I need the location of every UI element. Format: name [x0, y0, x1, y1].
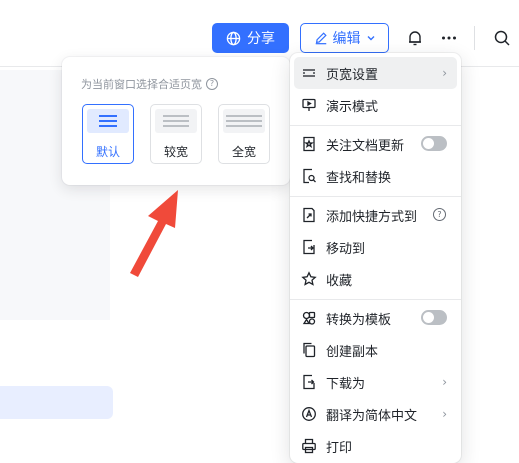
menu-item-label: 翻译为简体中文: [326, 408, 418, 424]
globe-icon: [226, 31, 241, 46]
menu-item-favorite[interactable]: 收藏: [294, 263, 457, 295]
menu-item-label: 移动到: [326, 241, 366, 257]
convert-template-toggle[interactable]: [421, 310, 447, 325]
share-button[interactable]: 分享: [212, 23, 289, 53]
menu-item-create-copy[interactable]: 创建副本: [294, 334, 457, 366]
menu-item-label: 转换为模板: [326, 312, 392, 328]
more-menu: 页宽设置 › 演示模式 关注文档更新 查找和替换 添加快捷方式到 ? 移动到 收…: [290, 53, 461, 463]
popover-title-text: 为当前窗口选择合适页宽: [81, 78, 202, 91]
option-label: 全宽: [231, 145, 256, 159]
page-width-full-preview: [223, 109, 265, 133]
template-icon: [300, 309, 318, 327]
menu-item-label: 查找和替换: [326, 170, 392, 186]
menu-item-print[interactable]: 打印: [294, 430, 457, 462]
move-icon: [300, 238, 318, 256]
copy-icon: [300, 341, 318, 359]
search-icon[interactable]: [491, 27, 513, 49]
find-replace-icon: [300, 167, 318, 185]
menu-item-label: 演示模式: [326, 99, 379, 115]
option-label: 默认: [95, 145, 120, 159]
menu-divider: [290, 125, 461, 126]
page-width-popover: 为当前窗口选择合适页宽 ? 默认 较宽 全宽: [62, 57, 290, 185]
chevron-down-icon: [366, 33, 376, 43]
menu-item-find-replace[interactable]: 查找和替换: [294, 160, 457, 192]
menu-item-label: 添加快捷方式到: [326, 209, 418, 225]
page-width-option-default[interactable]: 默认: [82, 104, 134, 164]
download-icon: [300, 373, 318, 391]
page-width-wide-preview: [155, 109, 197, 133]
menu-item-label: 关注文档更新: [326, 138, 405, 154]
menu-item-label: 收藏: [326, 273, 353, 289]
menu-item-label: 创建副本: [326, 344, 379, 360]
shortcut-icon: [300, 206, 318, 224]
annotation-arrow: [120, 185, 190, 280]
chevron-right-icon: ›: [442, 66, 447, 80]
menu-item-label: 打印: [326, 440, 353, 456]
page-width-option-full[interactable]: 全宽: [218, 104, 270, 164]
menu-divider: [290, 196, 461, 197]
page-width-icon: [300, 64, 318, 82]
popover-title: 为当前窗口选择合适页宽 ?: [81, 76, 218, 92]
print-icon: [300, 437, 318, 455]
bell-icon[interactable]: [404, 27, 426, 49]
menu-divider: [290, 299, 461, 300]
pen-icon: [314, 31, 328, 45]
share-label: 分享: [247, 31, 275, 47]
star-icon: [300, 270, 318, 288]
page-width-option-wide[interactable]: 较宽: [150, 104, 202, 164]
help-icon[interactable]: ?: [206, 78, 218, 90]
menu-item-add-shortcut[interactable]: 添加快捷方式到 ?: [294, 199, 457, 231]
presentation-icon: [300, 96, 318, 114]
edit-label: 编辑: [332, 31, 361, 47]
follow-updates-toggle[interactable]: [421, 136, 447, 151]
help-icon[interactable]: ?: [433, 208, 446, 221]
menu-item-move-to[interactable]: 移动到: [294, 231, 457, 263]
menu-item-page-width[interactable]: 页宽设置 ›: [294, 57, 457, 89]
toolbar-divider: [474, 26, 475, 50]
page-width-default-preview: [87, 109, 129, 133]
option-label: 较宽: [163, 145, 188, 159]
document-highlight-bar: [0, 386, 113, 419]
menu-item-translate[interactable]: 翻译为简体中文 ›: [294, 398, 457, 430]
chevron-right-icon: ›: [442, 407, 447, 421]
menu-item-convert-template[interactable]: 转换为模板: [294, 302, 457, 334]
edit-button[interactable]: 编辑: [300, 23, 389, 53]
menu-item-download-as[interactable]: 下载为 ›: [294, 366, 457, 398]
translate-icon: [300, 405, 318, 423]
menu-item-label: 下载为: [326, 376, 366, 392]
more-icon[interactable]: [438, 27, 460, 49]
menu-item-label: 页宽设置: [326, 67, 379, 83]
menu-item-presentation[interactable]: 演示模式: [294, 89, 457, 121]
menu-item-follow-updates[interactable]: 关注文档更新: [294, 128, 457, 160]
follow-doc-icon: [300, 135, 318, 153]
chevron-right-icon: ›: [442, 375, 447, 389]
